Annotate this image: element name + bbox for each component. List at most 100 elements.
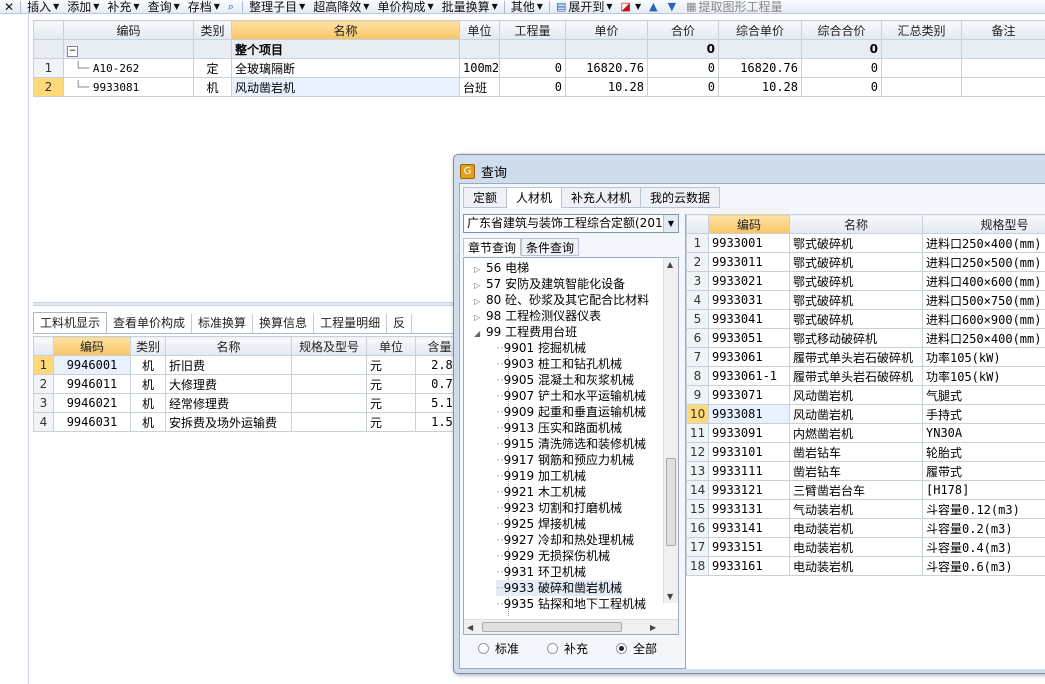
- tab-unit-price-composition[interactable]: 查看单价构成: [107, 314, 193, 333]
- name-cell[interactable]: 风动凿岩机: [231, 77, 460, 97]
- code-cell[interactable]: 9933111: [708, 461, 790, 481]
- table-row[interactable]: 14 9933121 三臂凿岩台车 [H178]: [686, 480, 1045, 500]
- table-row[interactable]: 2 9946011 机 大修理费 元 0.73: [33, 374, 464, 394]
- tree-node[interactable]: ··9909 起重和垂直运输机械: [496, 404, 646, 420]
- spec-cell[interactable]: 功率105(kW): [922, 347, 1045, 367]
- col-unit[interactable]: 单位: [459, 20, 500, 40]
- table-row[interactable]: 12 9933101 凿岩钻车 轮胎式: [686, 442, 1045, 462]
- table-row[interactable]: 1 9946001 机 折旧费 元 2.86: [33, 355, 464, 375]
- code-cell[interactable]: 9933021: [708, 271, 790, 291]
- name-cell[interactable]: 大修理费: [165, 374, 292, 394]
- col-comp-price[interactable]: 综合单价: [718, 20, 802, 40]
- expand-to-menu[interactable]: ▤ 展开到 ▼: [552, 0, 617, 13]
- tree-node[interactable]: ··9929 无损探伤机械: [496, 548, 610, 564]
- tree-node[interactable]: ▷ 57 安防及建筑智能化设备: [474, 276, 625, 292]
- tree-node[interactable]: ··9935 钻探和地下工程机械: [496, 596, 646, 612]
- remark-cell[interactable]: [961, 77, 1045, 97]
- name-cell[interactable]: 电动装岩机: [789, 537, 923, 557]
- tab-standard-conversion[interactable]: 标准换算: [192, 314, 254, 333]
- tab-labor-material-machine[interactable]: 人材机: [507, 187, 563, 208]
- table-row[interactable]: 3 9946021 机 经常修理费 元 5.15: [33, 393, 464, 413]
- code-cell[interactable]: 9933001: [708, 233, 790, 253]
- name-cell[interactable]: 凿岩钻车: [789, 461, 923, 481]
- scroll-thumb[interactable]: [482, 622, 622, 632]
- code-cell[interactable]: 9933031: [708, 290, 790, 310]
- table-row[interactable]: 2 └─ 9933081 机 风动凿岩机 台班 0 10.28 0 10.28 …: [33, 77, 1045, 97]
- price-cell[interactable]: 16820.76: [565, 58, 648, 78]
- tree-node[interactable]: ◢ 99 工程费用台班: [474, 324, 577, 340]
- batch-convert-menu[interactable]: 批量换算 ▼: [438, 0, 502, 13]
- table-row[interactable]: 6 9933051 鄂式移动破碎机 进料口250×400(mm): [686, 328, 1045, 348]
- height-reduction-menu[interactable]: 超高降效 ▼: [309, 0, 373, 13]
- spec-cell[interactable]: 进料口250×400(mm): [922, 233, 1045, 253]
- code-cell[interactable]: 9933071: [708, 385, 790, 405]
- table-row[interactable]: 17 9933151 电动装岩机 斗容量0.4(m3): [686, 537, 1045, 557]
- tree-node[interactable]: ··9927 冷却和热处理机械: [496, 532, 634, 548]
- table-row[interactable]: 13 9933111 凿岩钻车 履带式: [686, 461, 1045, 481]
- spec-cell[interactable]: 斗容量0.6(m3): [922, 556, 1045, 576]
- spec-cell[interactable]: [291, 412, 367, 432]
- col-type[interactable]: 类别: [130, 336, 166, 356]
- code-cell[interactable]: 9933051: [708, 328, 790, 348]
- table-row[interactable]: 3 9933021 鄂式破碎机 进料口400×600(mm): [686, 271, 1045, 291]
- tree-horizontal-scrollbar[interactable]: ◀ ▶: [464, 619, 678, 634]
- tab-condition-query[interactable]: 条件查询: [521, 238, 580, 256]
- name-cell[interactable]: 电动装岩机: [789, 518, 923, 538]
- tree-node[interactable]: ··9923 切割和打磨机械: [496, 500, 622, 516]
- spec-cell[interactable]: 进料口250×500(mm): [922, 252, 1045, 272]
- name-cell[interactable]: 折旧费: [165, 355, 292, 375]
- tree-node[interactable]: ··9905 混凝土和灰浆机械: [496, 372, 634, 388]
- radio-button[interactable]: [547, 643, 559, 654]
- tree-node[interactable]: ▷ 98 工程检测仪器仪表: [474, 308, 601, 324]
- name-cell[interactable]: 内燃凿岩机: [789, 423, 923, 443]
- code-cell[interactable]: 9933151: [708, 537, 790, 557]
- code-cell[interactable]: └─ A10-262: [63, 58, 194, 78]
- table-row[interactable]: 2 9933011 鄂式破碎机 进料口250×500(mm): [686, 252, 1045, 272]
- spec-cell[interactable]: 功率105(kW): [922, 366, 1045, 386]
- name-cell[interactable]: 经常修理费: [165, 393, 292, 413]
- col-name[interactable]: 名称: [165, 336, 292, 356]
- qty-cell[interactable]: 0: [499, 77, 566, 97]
- code-cell[interactable]: 9946021: [53, 393, 131, 413]
- collapse-icon[interactable]: −: [67, 45, 78, 57]
- name-cell[interactable]: 全玻璃隔断: [231, 58, 460, 78]
- name-cell[interactable]: 电动装岩机: [789, 556, 923, 576]
- col-comp-sum[interactable]: 综合合价: [801, 20, 882, 40]
- tab-quota[interactable]: 定额: [463, 187, 508, 208]
- code-cell[interactable]: 9946011: [53, 374, 131, 394]
- radio-button[interactable]: [478, 643, 489, 654]
- type-cell[interactable]: 机: [130, 393, 166, 413]
- summary-cell[interactable]: [881, 58, 962, 78]
- add-menu[interactable]: 添加 ▼: [63, 0, 103, 13]
- code-cell[interactable]: 9933061-1: [708, 366, 790, 386]
- tab-labor-material-machine[interactable]: 工料机显示: [33, 312, 108, 333]
- col-spec[interactable]: 规格型号: [922, 214, 1045, 234]
- tab-supplement-lmm[interactable]: 补充人材机: [562, 187, 642, 208]
- tree-node[interactable]: ··9901 挖掘机械: [496, 340, 586, 356]
- tree-node[interactable]: ··9925 焊接机械: [496, 516, 586, 532]
- spec-cell[interactable]: 进料口400×600(mm): [922, 271, 1045, 291]
- table-row[interactable]: 16 9933141 电动装岩机 斗容量0.2(m3): [686, 518, 1045, 538]
- col-name[interactable]: 名称: [231, 20, 460, 40]
- col-unit[interactable]: 单位: [366, 336, 416, 356]
- table-row[interactable]: 1 └─ A10-262 定 全玻璃隔断 100m2 0 16820.76 0 …: [33, 58, 1045, 78]
- sum-cell[interactable]: 0: [647, 58, 719, 78]
- code-cell[interactable]: 9933121: [708, 480, 790, 500]
- name-cell[interactable]: 凿岩钻车: [789, 442, 923, 462]
- code-cell[interactable]: 9946031: [53, 412, 131, 432]
- name-cell[interactable]: 鄂式破碎机: [789, 271, 923, 291]
- qty-cell[interactable]: 0: [499, 58, 566, 78]
- sum-cell[interactable]: 0: [647, 77, 719, 97]
- col-price[interactable]: 单价: [565, 20, 648, 40]
- tree-node[interactable]: ▷ 80 砼、砂浆及其它配合比材料: [474, 292, 649, 308]
- tree-node[interactable]: ··9919 加工机械: [496, 468, 586, 484]
- unit-cell[interactable]: 元: [366, 355, 416, 375]
- unit-cell[interactable]: 元: [366, 412, 416, 432]
- tree-node[interactable]: ··9917 钢筋和预应力机械: [496, 452, 634, 468]
- tree-node[interactable]: ··9903 桩工和钻孔机械: [496, 356, 622, 372]
- collapse-toggle[interactable]: −: [63, 39, 194, 59]
- tab-my-cloud-data[interactable]: 我的云数据: [641, 187, 721, 208]
- name-cell[interactable]: 鄂式破碎机: [789, 290, 923, 310]
- col-remark[interactable]: 备注: [961, 20, 1045, 40]
- spec-cell[interactable]: 进料口600×900(mm): [922, 309, 1045, 329]
